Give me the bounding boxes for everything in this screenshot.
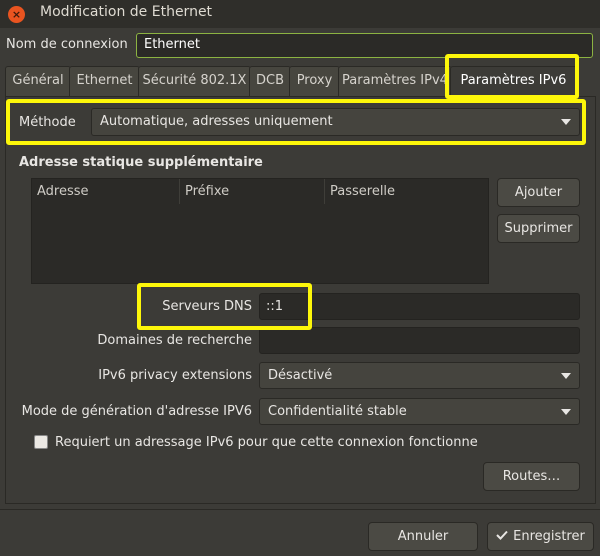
save-button[interactable]: Enregistrer xyxy=(487,522,594,551)
search-domains-label: Domaines de recherche xyxy=(97,333,252,348)
require-ipv6-label[interactable]: Requiert un adressage IPv6 pour que cett… xyxy=(55,435,478,450)
column-header-gateway[interactable]: Passerelle xyxy=(325,179,488,204)
privacy-extensions-select[interactable]: Désactivé xyxy=(259,362,580,389)
highlight-method xyxy=(6,99,586,145)
static-address-title: Adresse statique supplémentaire xyxy=(19,155,263,170)
address-generation-mode-value: Confidentialité stable xyxy=(268,404,407,419)
highlight-dns-servers xyxy=(137,283,312,330)
tab-security-8021x[interactable]: Sécurité 802.1X xyxy=(138,66,251,97)
add-button[interactable]: Ajouter xyxy=(497,178,580,207)
check-icon xyxy=(496,523,508,550)
search-domains-input[interactable] xyxy=(259,327,580,354)
require-ipv6-checkbox[interactable] xyxy=(34,435,48,449)
window-title: Modification de Ethernet xyxy=(40,4,213,20)
address-table[interactable]: Adresse Préfixe Passerelle xyxy=(31,178,489,284)
tab-dcb[interactable]: DCB xyxy=(249,66,291,97)
tab-proxy[interactable]: Proxy xyxy=(289,66,340,97)
chevron-down-icon xyxy=(561,409,571,415)
tab-ipv4-settings[interactable]: Paramètres IPv4 xyxy=(338,66,452,97)
footer-divider xyxy=(0,509,600,510)
chevron-down-icon xyxy=(561,373,571,379)
connection-name-label: Nom de connexion xyxy=(6,37,128,52)
cancel-button[interactable]: Annuler xyxy=(368,522,478,551)
save-label: Enregistrer xyxy=(513,529,585,544)
address-generation-mode-label: Mode de génération d'adresse IPV6 xyxy=(21,404,252,419)
privacy-extensions-label: IPv6 privacy extensions xyxy=(98,368,252,383)
column-header-address[interactable]: Adresse xyxy=(32,179,180,204)
privacy-extensions-value: Désactivé xyxy=(268,368,333,383)
highlight-ipv6-tab xyxy=(445,54,579,99)
routes-button[interactable]: Routes… xyxy=(483,462,580,491)
close-icon[interactable]: × xyxy=(8,6,25,23)
tab-ethernet[interactable]: Ethernet xyxy=(69,66,140,97)
delete-button[interactable]: Supprimer xyxy=(497,214,580,243)
address-generation-mode-select[interactable]: Confidentialité stable xyxy=(259,398,580,425)
column-header-prefix[interactable]: Préfixe xyxy=(180,179,325,204)
tab-general[interactable]: Général xyxy=(5,66,71,97)
